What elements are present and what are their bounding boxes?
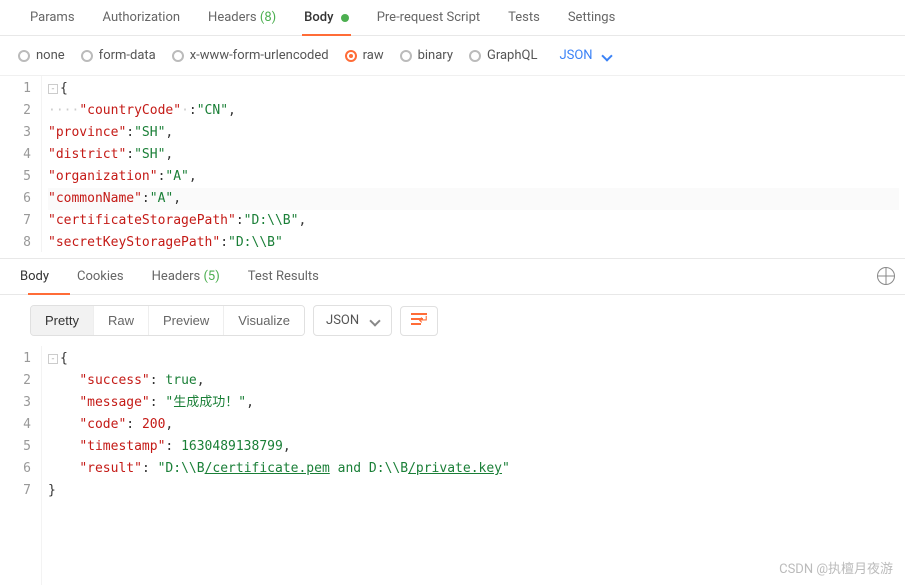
response-tab-headers-label: Headers (152, 269, 201, 284)
view-visualize-button[interactable]: Visualize (224, 306, 304, 335)
tab-params[interactable]: Params (16, 0, 89, 35)
radio-urlencoded-label: x-www-form-urlencoded (190, 48, 329, 63)
tab-tests[interactable]: Tests (494, 0, 554, 35)
tab-body[interactable]: Body (290, 0, 363, 35)
response-format-select[interactable]: JSON (313, 305, 392, 336)
request-tabs: Params Authorization Headers (8) Body Pr… (0, 0, 905, 36)
fold-icon[interactable]: - (48, 354, 58, 364)
radio-urlencoded[interactable]: x-www-form-urlencoded (172, 48, 329, 63)
response-tab-cookies[interactable]: Cookies (73, 259, 128, 294)
radio-formdata[interactable]: form-data (81, 48, 156, 63)
code-area[interactable]: -{ "success": true, "message": "生成成功！", … (42, 346, 905, 585)
tab-body-label: Body (304, 10, 333, 25)
radio-raw[interactable]: raw (345, 48, 384, 63)
wrap-lines-button[interactable] (400, 306, 438, 336)
view-mode-group: Pretty Raw Preview Visualize (30, 305, 305, 336)
radio-icon (18, 50, 30, 62)
radio-graphql[interactable]: GraphQL (469, 48, 537, 63)
tab-headers-count: (8) (260, 10, 276, 25)
radio-icon (172, 50, 184, 62)
radio-none-label: none (36, 48, 65, 63)
response-body-editor[interactable]: 1 2 3 4 5 6 7 -{ "success": true, "messa… (0, 346, 905, 585)
globe-icon[interactable] (877, 267, 895, 285)
radio-formdata-label: form-data (99, 48, 156, 63)
tab-prerequest[interactable]: Pre-request Script (363, 0, 494, 35)
response-tab-headers[interactable]: Headers (5) (148, 259, 224, 294)
radio-raw-label: raw (363, 48, 384, 63)
view-pretty-button[interactable]: Pretty (31, 306, 94, 335)
body-type-row: none form-data x-www-form-urlencoded raw… (0, 36, 905, 76)
radio-graphql-label: GraphQL (487, 48, 537, 63)
tab-settings[interactable]: Settings (554, 0, 629, 35)
tab-headers[interactable]: Headers (8) (194, 0, 290, 35)
response-format-label: JSON (326, 313, 359, 328)
radio-none[interactable]: none (18, 48, 65, 63)
response-tab-body[interactable]: Body (16, 259, 53, 294)
raw-type-label: JSON (559, 48, 592, 63)
line-gutter: 1 2 3 4 5 6 7 8 (0, 76, 42, 252)
wrap-lines-icon (411, 313, 427, 325)
radio-icon (81, 50, 93, 62)
response-tab-test-results[interactable]: Test Results (244, 259, 323, 294)
code-area[interactable]: -{ ····"countryCode"·:"CN", "province":"… (42, 76, 905, 252)
radio-icon (400, 50, 412, 62)
tab-headers-label: Headers (208, 10, 257, 25)
line-gutter: 1 2 3 4 5 6 7 (0, 346, 42, 585)
request-body-editor[interactable]: 1 2 3 4 5 6 7 8 -{ ····"countryCode"·:"C… (0, 76, 905, 252)
radio-binary-label: binary (418, 48, 453, 63)
view-preview-button[interactable]: Preview (149, 306, 224, 335)
raw-type-select[interactable]: JSON (559, 48, 610, 63)
view-raw-button[interactable]: Raw (94, 306, 149, 335)
fold-icon[interactable]: - (48, 84, 58, 94)
radio-icon (345, 50, 357, 62)
radio-icon (469, 50, 481, 62)
response-toolbar: Pretty Raw Preview Visualize JSON (0, 295, 905, 346)
chevron-down-icon (601, 50, 612, 61)
response-tabs: Body Cookies Headers (5) Test Results (0, 258, 905, 295)
radio-binary[interactable]: binary (400, 48, 453, 63)
response-tab-headers-count: (5) (203, 269, 219, 284)
tab-authorization[interactable]: Authorization (89, 0, 195, 35)
unsaved-dot-icon (341, 14, 349, 22)
chevron-down-icon (369, 315, 380, 326)
watermark: CSDN @执檀月夜游 (779, 558, 893, 577)
